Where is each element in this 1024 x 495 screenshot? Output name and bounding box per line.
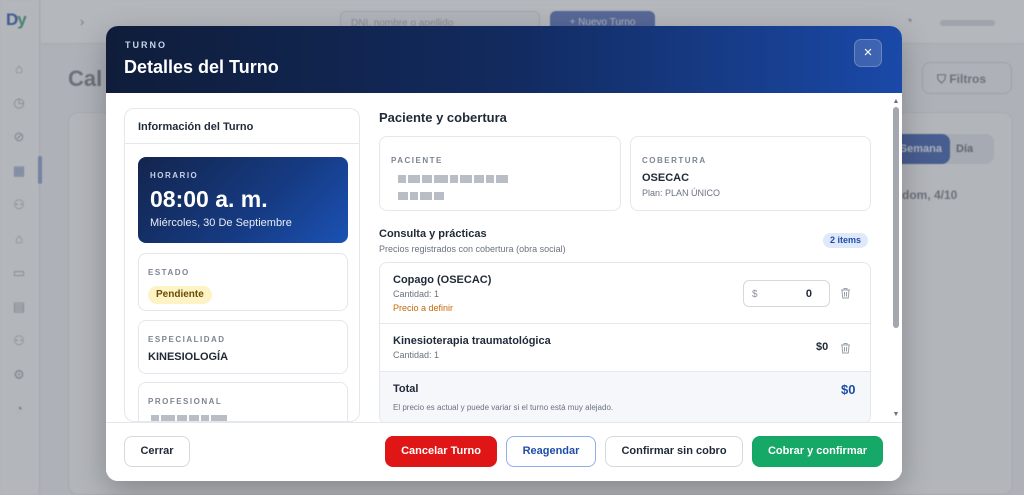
items-count-badge: 2 items xyxy=(823,233,869,248)
total-row: Total $0 El precio es actual y puede var… xyxy=(380,372,870,423)
modal-eyebrow: TURNO xyxy=(125,40,167,50)
professional-label: PROFESIONAL xyxy=(148,397,223,406)
currency-symbol: $ xyxy=(752,289,758,300)
reschedule-button[interactable]: Reagendar xyxy=(506,436,596,467)
trash-icon[interactable] xyxy=(840,342,851,357)
total-label: Total xyxy=(393,383,419,395)
specialty-value: KINESIOLOGÍA xyxy=(148,351,229,363)
patient-name-redacted xyxy=(398,175,508,183)
practices-section-subtitle: Precios registrados con cobertura (obra … xyxy=(379,244,566,254)
price-input-value[interactable]: 0 xyxy=(806,288,812,300)
item-quantity: Cantidad: 1 xyxy=(393,350,440,360)
schedule-card: HORARIO 08:00 a. m. Miércoles, 30 De Sep… xyxy=(138,157,348,243)
practices-list: Copago (OSECAC) Cantidad: 1 Precio a def… xyxy=(379,262,871,424)
appointment-details-modal: TURNO Detalles del Turno × Información d… xyxy=(106,26,902,481)
appointment-date: Miércoles, 30 De Septiembre xyxy=(150,217,292,229)
cancel-appointment-button[interactable]: Cancelar Turno xyxy=(385,436,497,467)
status-badge: Pendiente xyxy=(148,286,212,304)
coverage-label: COBERTURA xyxy=(642,156,707,165)
status-label: ESTADO xyxy=(148,268,190,277)
close-button[interactable]: Cerrar xyxy=(124,436,190,467)
confirm-without-charge-button[interactable]: Confirmar sin cobro xyxy=(605,436,743,467)
scrollbar-thumb[interactable] xyxy=(893,107,899,328)
specialty-card: ESPECIALIDAD KINESIOLOGÍA xyxy=(138,320,348,374)
professional-card: PROFESIONAL xyxy=(138,382,348,421)
modal-scrollbar[interactable]: ▲ ▼ xyxy=(892,98,900,420)
specialty-label: ESPECIALIDAD xyxy=(148,335,226,344)
modal-title: Detalles del Turno xyxy=(124,57,279,77)
total-value: $0 xyxy=(841,382,856,397)
patient-label: PACIENTE xyxy=(391,156,443,165)
total-note: El precio es actual y puede variar si el… xyxy=(393,403,614,412)
patient-card: PACIENTE xyxy=(379,136,621,211)
status-card: ESTADO Pendiente xyxy=(138,253,348,311)
item-name: Kinesioterapia traumatológica xyxy=(393,335,551,347)
item-price: $0 xyxy=(816,341,829,353)
info-panel-title: Información del Turno xyxy=(125,109,359,144)
appointment-info-panel: Información del Turno HORARIO 08:00 a. m… xyxy=(124,108,360,422)
patient-id-redacted xyxy=(398,192,444,200)
coverage-card: COBERTURA OSECAC Plan: PLAN ÚNICO xyxy=(630,136,871,211)
list-item: Copago (OSECAC) Cantidad: 1 Precio a def… xyxy=(380,263,870,324)
item-quantity: Cantidad: 1 xyxy=(393,289,440,299)
price-warning: Precio a definir xyxy=(393,303,454,313)
close-icon[interactable]: × xyxy=(854,39,882,67)
professional-name-redacted xyxy=(151,415,227,421)
list-item: Kinesioterapia traumatológica Cantidad: … xyxy=(380,324,870,372)
scroll-down-icon[interactable]: ▼ xyxy=(892,411,900,418)
trash-icon[interactable] xyxy=(840,287,851,302)
schedule-label: HORARIO xyxy=(150,171,199,180)
item-name: Copago (OSECAC) xyxy=(393,274,492,286)
appointment-time: 08:00 a. m. xyxy=(150,186,268,212)
coverage-value: OSECAC xyxy=(642,172,690,184)
price-input[interactable]: $ 0 xyxy=(743,280,830,307)
modal-header: TURNO Detalles del Turno × xyxy=(106,26,902,93)
scroll-up-icon[interactable]: ▲ xyxy=(892,98,900,105)
charge-and-confirm-button[interactable]: Cobrar y confirmar xyxy=(752,436,883,467)
patient-section-title: Paciente y cobertura xyxy=(379,110,507,125)
modal-footer: Cerrar Cancelar Turno Reagendar Confirma… xyxy=(106,422,902,481)
practices-section-title: Consulta y prácticas xyxy=(379,228,487,240)
coverage-plan: Plan: PLAN ÚNICO xyxy=(642,188,721,198)
